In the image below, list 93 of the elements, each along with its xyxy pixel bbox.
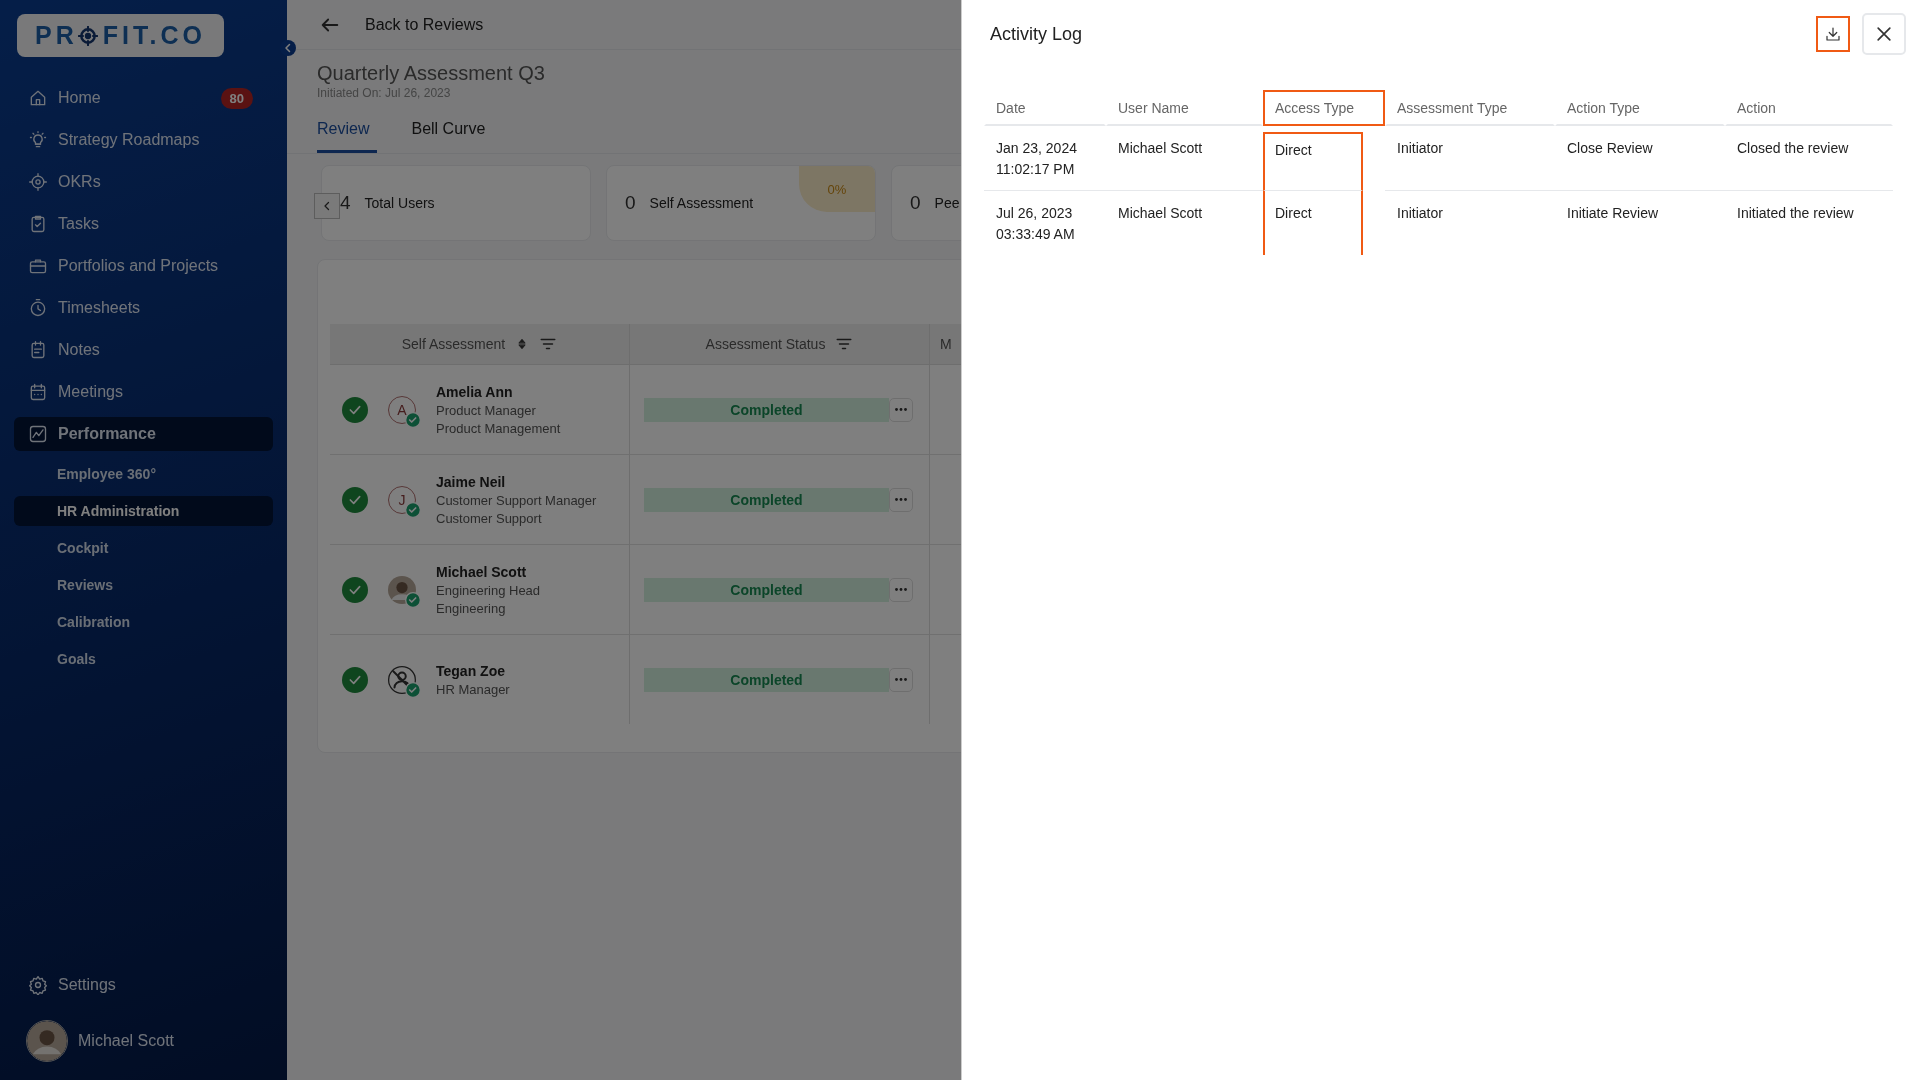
nav-item[interactable]: Portfolios and Projects (14, 249, 273, 283)
lightbulb-icon (28, 130, 48, 150)
tab[interactable]: Bell Curve (411, 116, 486, 153)
person-name: Jaime Neil (436, 473, 507, 490)
count-badge: 80 (220, 87, 253, 109)
crosshair-icon (77, 25, 98, 46)
person-detail: HR Manager (436, 681, 510, 697)
nav-item[interactable]: Timesheets (14, 291, 273, 325)
more-icon (895, 498, 907, 501)
table-cell: Direct (1263, 191, 1363, 255)
nav-item[interactable]: Notes (14, 333, 273, 367)
column-header[interactable]: Self Assessment (330, 324, 630, 365)
nav-subitem[interactable]: Reviews (14, 570, 273, 600)
nav-item[interactable]: Performance (14, 417, 273, 451)
table-cell-text: Initiate Review (1566, 204, 1660, 223)
person-name: Michael Scott (436, 563, 528, 580)
more-icon (895, 408, 907, 411)
status-pill: Completed (644, 397, 889, 422)
nav-item[interactable]: Strategy Roadmaps (14, 123, 273, 157)
table-cell: Close Review (1555, 126, 1725, 191)
table-cell: Michael Scott (1106, 126, 1263, 191)
stat-label: Pee (934, 195, 960, 211)
column-header: User Name (1106, 90, 1263, 126)
verified-icon (405, 591, 421, 608)
verified-icon (405, 681, 421, 698)
more-button[interactable] (889, 487, 913, 512)
table-cell: Jan 23, 2024 11:02:17 PM (984, 126, 1106, 191)
column-header: Action Type (1555, 90, 1725, 126)
person-detail: Product Management (436, 420, 561, 436)
person-detail: Engineering (436, 600, 507, 616)
nav-item[interactable]: Meetings (14, 375, 273, 409)
drawer-title: Activity Log (989, 23, 1084, 45)
column-header: Access Type (1263, 90, 1385, 126)
table-cell-text: Initiator (1396, 204, 1444, 223)
no-photo-icon (388, 665, 416, 694)
table-cell: Direct (1263, 132, 1363, 191)
column-header[interactable]: Assessment Status (630, 324, 930, 365)
calendar-icon (28, 382, 48, 402)
close-button[interactable] (1862, 13, 1906, 55)
avatar-icon (26, 1020, 68, 1062)
person-detail: Product Manager (436, 402, 537, 418)
more-icon (895, 588, 907, 591)
stopwatch-icon (28, 298, 48, 318)
nav-item[interactable]: OKRs (14, 165, 273, 199)
collapse-button[interactable] (280, 40, 296, 56)
table-cell: Initiator (1385, 126, 1555, 191)
person-detail: Customer Support (436, 510, 543, 526)
column-header: Action (1725, 90, 1893, 126)
column-header: Date (984, 90, 1106, 126)
stat-value: 0 (625, 192, 636, 214)
status-pill: Completed (644, 667, 889, 692)
nav-subitem[interactable]: Calibration (14, 607, 273, 637)
person-detail: Customer Support Manager (436, 492, 597, 508)
table-cell-text: Michael Scott (1117, 204, 1204, 223)
more-button[interactable] (889, 667, 913, 692)
user-profile[interactable]: Michael Scott (14, 1020, 273, 1062)
verified-icon (405, 501, 421, 518)
person-detail: Engineering Head (436, 582, 541, 598)
column-header: Assessment Type (1385, 90, 1555, 126)
nav-subitem[interactable]: Employee 360° (14, 459, 273, 489)
status-pill: Completed (644, 577, 889, 602)
settings-item[interactable]: Settings (14, 968, 273, 1002)
download-icon (1824, 25, 1842, 43)
download-button[interactable] (1816, 16, 1850, 52)
table-cell-text: Initiated the review (1736, 204, 1855, 223)
column-header[interactable]: M (930, 324, 961, 365)
page-title: Quarterly Assessment Q3 (317, 62, 546, 85)
percent-badge: 0% (799, 166, 875, 212)
logo: PR FIT.CO (17, 14, 224, 57)
table-cell: Closed the review (1725, 126, 1893, 191)
nav-subitem[interactable]: Goals (14, 644, 273, 674)
person-name: Tegan Zoe (436, 662, 506, 679)
table-cell-text: Jul 26, 2023 03:33:49 AM (995, 204, 1076, 244)
stat-label: Total Users (364, 195, 435, 211)
close-icon (1874, 24, 1894, 44)
settings-icon (28, 975, 48, 995)
nav-subitem[interactable]: HR Administration (14, 496, 273, 526)
stat-value: 0 (910, 192, 921, 214)
person-name: Amelia Ann (436, 383, 514, 400)
nav-item[interactable]: Home 80 (14, 81, 273, 115)
tab[interactable]: Review (317, 116, 378, 153)
status-pill: Completed (644, 487, 889, 512)
verified-icon (405, 411, 421, 428)
target-icon (28, 172, 48, 192)
more-button[interactable] (889, 397, 913, 422)
stat-value: 4 (340, 192, 351, 214)
back-link[interactable]: Back to Reviews (365, 15, 484, 34)
nav-item[interactable]: Tasks (14, 207, 273, 241)
more-icon (895, 678, 907, 681)
stat-label: Self Assessment (649, 195, 754, 211)
more-button[interactable] (889, 577, 913, 602)
nav-subitem[interactable]: Cockpit (14, 533, 273, 563)
home-icon (28, 88, 48, 108)
